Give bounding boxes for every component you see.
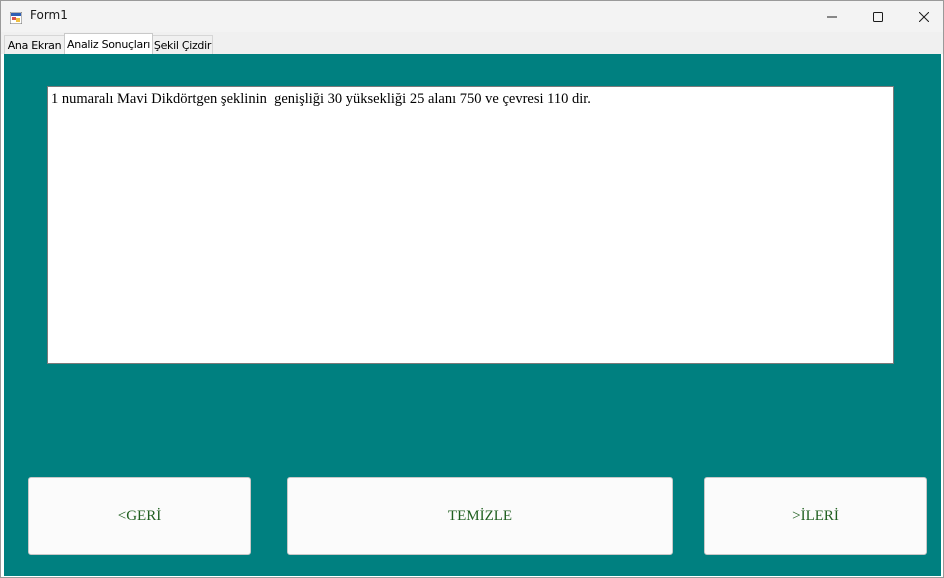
- title-bar[interactable]: Form1: [1, 1, 943, 32]
- results-textbox[interactable]: 1 numaralı Mavi Dikdörtgen şeklinin geni…: [47, 86, 894, 364]
- close-button[interactable]: [901, 1, 944, 32]
- minimize-button[interactable]: [809, 1, 855, 32]
- tab-sekil-cizdir[interactable]: Şekil Çizdir: [152, 35, 213, 54]
- analysis-results-page: 1 numaralı Mavi Dikdörtgen şeklinin geni…: [4, 54, 941, 576]
- maximize-button[interactable]: [855, 1, 901, 32]
- clear-button[interactable]: TEMİZLE: [287, 477, 673, 555]
- close-icon: [918, 7, 930, 26]
- tab-strip: Ana Ekran Şekil Çizdir Analiz Sonuçları: [1, 32, 943, 54]
- app-icon: [9, 9, 23, 25]
- maximize-icon: [873, 7, 883, 26]
- next-button[interactable]: >İLERİ: [704, 477, 927, 555]
- main-window: Form1 Ana Ekran Şekil Çizdir Analiz Sonu…: [0, 0, 944, 578]
- window-title: Form1: [30, 8, 68, 22]
- tab-analiz-sonuclari[interactable]: Analiz Sonuçları: [64, 33, 153, 54]
- minimize-icon: [827, 7, 837, 26]
- back-button[interactable]: <GERİ: [28, 477, 251, 555]
- tab-ana-ekran[interactable]: Ana Ekran: [4, 35, 65, 54]
